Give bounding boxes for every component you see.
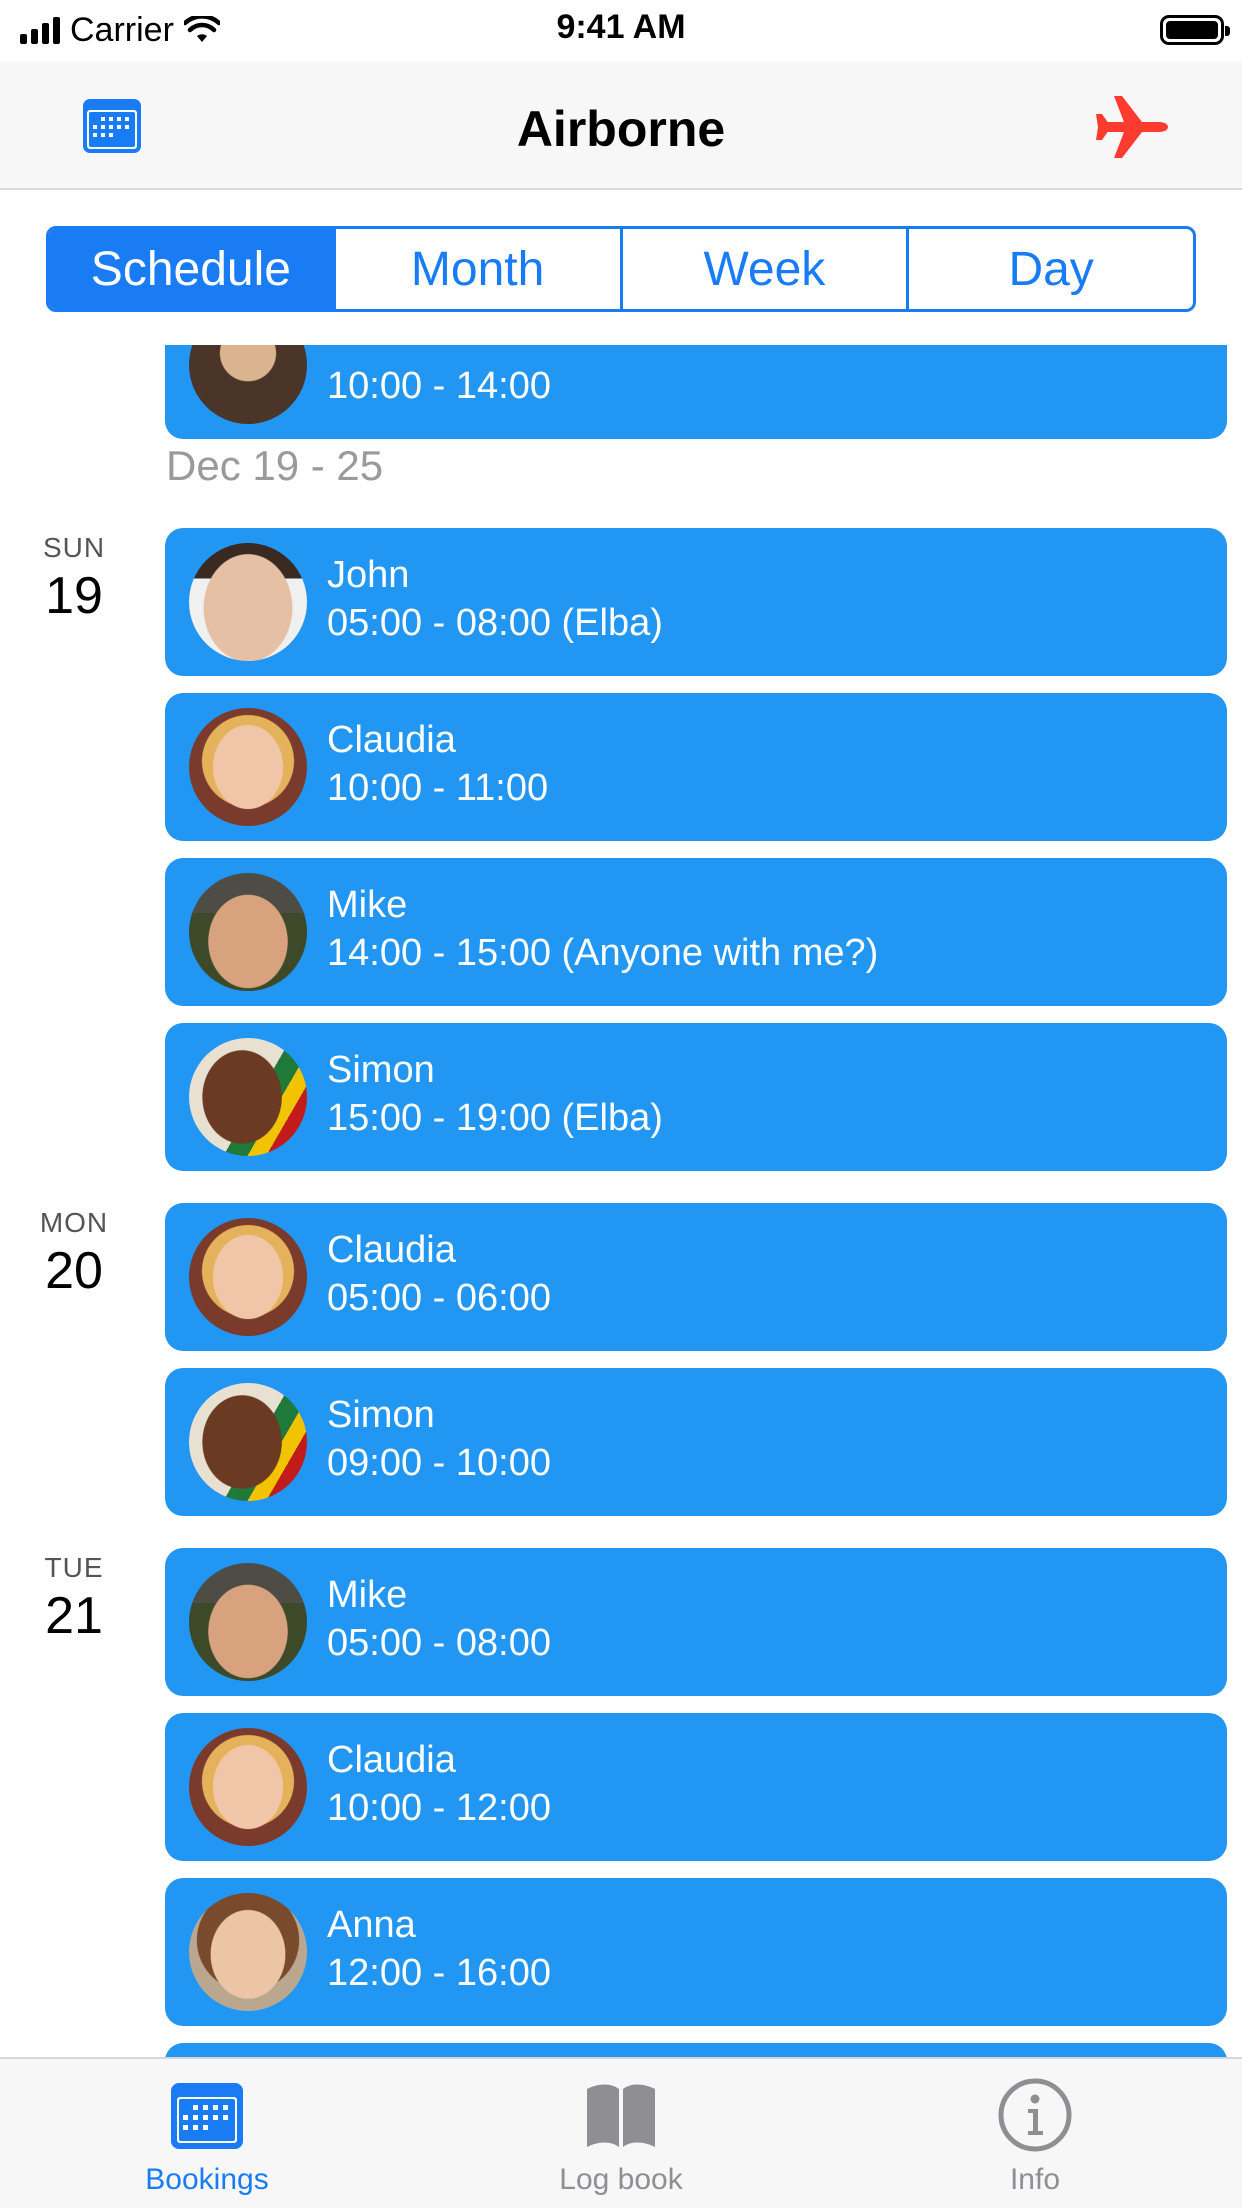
tab-label: Bookings xyxy=(145,2163,269,2196)
avatar xyxy=(189,543,307,661)
booking-time: 05:00 - 08:00 (Elba) xyxy=(327,602,663,644)
booking-time: 10:00 - 14:00 xyxy=(327,365,551,407)
status-time: 9:41 AM xyxy=(556,8,686,46)
tab-bookings[interactable]: Bookings xyxy=(0,2059,414,2208)
tab-bar: Bookings Log book Info xyxy=(0,2057,1242,2208)
airplane-icon xyxy=(1096,96,1168,158)
tab-label: Log book xyxy=(559,2163,683,2196)
booking-time: 14:00 - 15:00 (Anyone with me?) xyxy=(327,932,879,974)
booking-name: Claudia xyxy=(327,719,456,761)
calendar-icon xyxy=(171,2083,243,2149)
booking-name: Mike xyxy=(327,1574,408,1616)
booking-card[interactable]: Claudia 10:00 - 12:00 xyxy=(165,1713,1227,1861)
battery-icon xyxy=(1160,15,1230,45)
avatar xyxy=(189,1038,307,1156)
booking-card-partial[interactable] xyxy=(165,2043,1227,2057)
tab-log-book[interactable]: Log book xyxy=(414,2059,828,2208)
view-segmented-control: Schedule Month Week Day xyxy=(46,226,1196,312)
booking-card[interactable]: Mike 05:00 - 08:00 xyxy=(165,1548,1227,1696)
booking-name: Claudia xyxy=(327,1739,456,1781)
booking-time: 05:00 - 08:00 xyxy=(327,1622,551,1664)
status-bar: Carrier 9:41 AM xyxy=(0,0,1242,62)
booking-card-partial[interactable]: 10:00 - 14:00 xyxy=(165,345,1227,439)
day-number: 19 xyxy=(45,567,103,625)
booking-time: 05:00 - 06:00 xyxy=(327,1277,551,1319)
segment-schedule[interactable]: Schedule xyxy=(49,229,333,309)
booking-name: John xyxy=(327,554,410,596)
tab-label: Info xyxy=(1009,2163,1061,2196)
avatar xyxy=(189,1563,307,1681)
booking-card[interactable]: Anna 12:00 - 16:00 xyxy=(165,1878,1227,2026)
booking-name: Simon xyxy=(327,1394,435,1436)
segment-day[interactable]: Day xyxy=(906,229,1193,309)
book-icon xyxy=(587,2084,655,2147)
booking-card[interactable]: Simon 09:00 - 10:00 xyxy=(165,1368,1227,1516)
avatar xyxy=(189,1893,307,2011)
week-header: Dec 19 - 25 xyxy=(166,442,384,489)
day-number: 21 xyxy=(45,1587,103,1645)
avatar xyxy=(189,708,307,826)
booking-card[interactable]: Mike 14:00 - 15:00 (Anyone with me?) xyxy=(165,858,1227,1006)
day-label-mon: MON 20 xyxy=(0,1207,148,1301)
tab-info[interactable]: Info xyxy=(828,2059,1242,2208)
booking-time: 10:00 - 11:00 xyxy=(327,767,549,809)
booking-time: 12:00 - 16:00 xyxy=(327,1952,551,1994)
booking-card[interactable]: Claudia 05:00 - 06:00 xyxy=(165,1203,1227,1351)
booking-name: Anna xyxy=(327,1904,416,1946)
booking-card[interactable]: Simon 15:00 - 19:00 (Elba) xyxy=(165,1023,1227,1171)
schedule-list[interactable]: 10:00 - 14:00 Dec 19 - 25 SUN 19 John 05… xyxy=(0,345,1242,2057)
day-of-week: MON xyxy=(39,1207,109,1238)
avatar xyxy=(189,1218,307,1336)
app-title: Airborne xyxy=(516,101,726,157)
booking-card[interactable]: John 05:00 - 08:00 (Elba) xyxy=(165,528,1227,676)
day-of-week: TUE xyxy=(44,1552,104,1583)
avatar xyxy=(189,1728,307,1846)
booking-name: Simon xyxy=(327,1049,435,1091)
day-label-tue: TUE 21 xyxy=(0,1552,148,1646)
booking-time: 09:00 - 10:00 xyxy=(327,1442,551,1484)
booking-time: 10:00 - 12:00 xyxy=(327,1787,551,1829)
booking-name: Mike xyxy=(327,884,408,926)
booking-time: 15:00 - 19:00 (Elba) xyxy=(327,1097,663,1139)
segment-week[interactable]: Week xyxy=(619,229,907,309)
segment-month[interactable]: Month xyxy=(332,229,620,309)
info-icon xyxy=(998,2078,1072,2152)
day-number: 20 xyxy=(45,1242,103,1300)
airplane-button[interactable] xyxy=(1096,92,1170,162)
navigation-bar: Airborne xyxy=(0,62,1242,190)
avatar xyxy=(189,873,307,991)
booking-card[interactable]: Claudia 10:00 - 11:00 xyxy=(165,693,1227,841)
day-label-sun: SUN 19 xyxy=(0,532,148,626)
day-of-week: SUN xyxy=(42,532,106,563)
avatar xyxy=(189,1383,307,1501)
booking-name: Claudia xyxy=(327,1229,456,1271)
avatar xyxy=(189,345,307,424)
